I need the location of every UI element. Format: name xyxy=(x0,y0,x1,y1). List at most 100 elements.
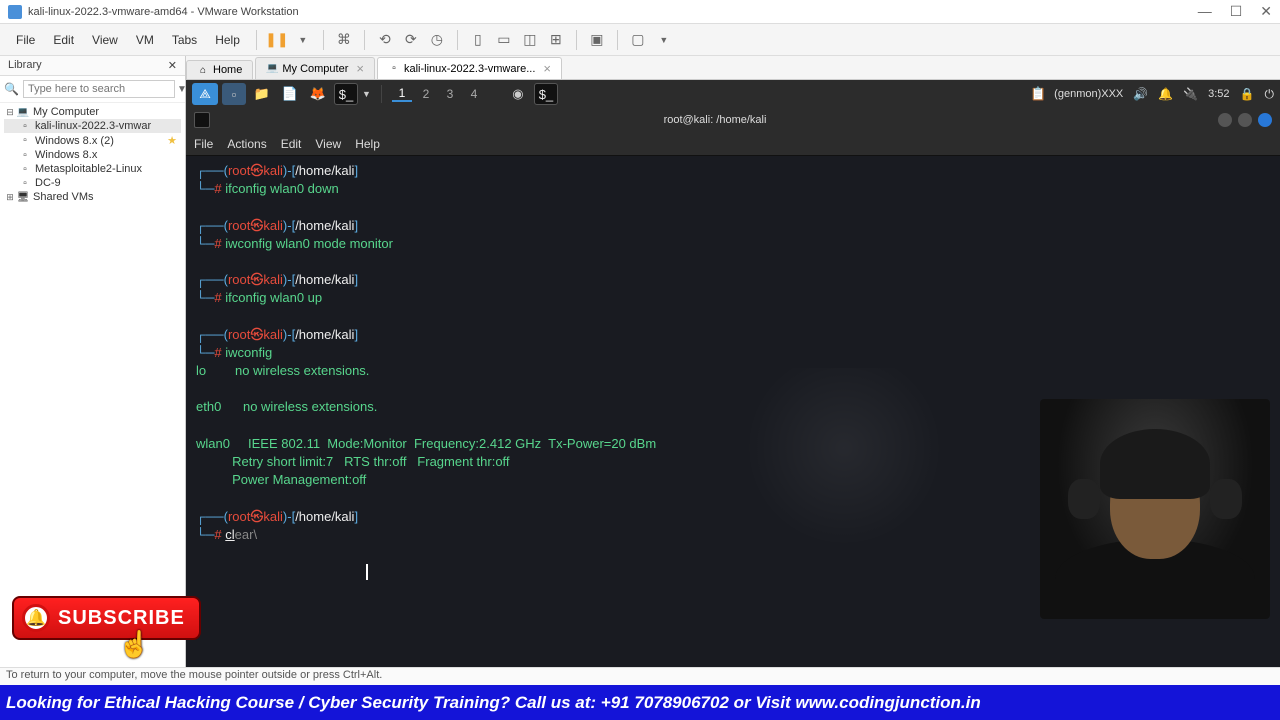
vm-display[interactable]: ⟁ ▫ 📁 📄 🦊 $_ ▼ 1 2 3 4 ◉ $_ 📋 (genmon)XX… xyxy=(186,80,1280,667)
banner-text: Looking for Ethical Hacking Course / Cyb… xyxy=(6,693,981,713)
terminal-menubar: File Actions Edit View Help xyxy=(186,132,1280,156)
term-menu-edit[interactable]: Edit xyxy=(281,137,302,151)
term-menu-actions[interactable]: Actions xyxy=(227,137,266,151)
webcam-overlay xyxy=(1040,399,1270,619)
term-menu-view[interactable]: View xyxy=(315,137,341,151)
volume-icon[interactable]: 🔊 xyxy=(1133,87,1148,101)
tree-dc9[interactable]: ▫ DC-9 xyxy=(4,176,181,190)
taskbar-app-1[interactable]: ▫ xyxy=(222,83,246,105)
snapshot-revert-icon[interactable]: ⟳ xyxy=(401,30,421,50)
tree-shared-vms[interactable]: ⊞ 🖥 Shared VMs xyxy=(4,190,181,204)
minimize-button[interactable]: — xyxy=(1198,3,1212,20)
genmon-label: (genmon)XXX xyxy=(1054,88,1123,100)
terminal-close-button[interactable] xyxy=(1258,113,1272,127)
library-header: Library ✕ xyxy=(0,56,185,76)
kali-logo-icon[interactable]: ⟁ xyxy=(192,83,218,105)
terminal-maximize-button[interactable] xyxy=(1238,113,1252,127)
notification-icon[interactable]: 🔔 xyxy=(1158,87,1173,101)
kali-taskbar: ⟁ ▫ 📁 📄 🦊 $_ ▼ 1 2 3 4 ◉ $_ 📋 (genmon)XX… xyxy=(186,80,1280,108)
terminal-title: root@kali: /home/kali xyxy=(218,114,1212,126)
output-lo: lo no wireless extensions. xyxy=(196,362,1270,380)
terminal-icon[interactable]: $_ xyxy=(334,83,358,105)
send-ctrl-alt-del-icon[interactable]: ⌘ xyxy=(334,30,354,50)
bell-icon: 🔔 xyxy=(22,604,50,632)
expand-icon[interactable]: ⊞ xyxy=(4,192,16,203)
pause-icon[interactable]: ❚❚ xyxy=(267,30,287,50)
library-close-icon[interactable]: ✕ xyxy=(168,59,177,72)
terminal-titlebar[interactable]: root@kali: /home/kali xyxy=(186,108,1280,132)
vmware-icon xyxy=(8,5,22,19)
snapshot-manager-icon[interactable]: ◷ xyxy=(427,30,447,50)
firefox-icon[interactable]: 🦊 xyxy=(306,83,330,105)
fullscreen-icon[interactable]: ▣ xyxy=(587,30,607,50)
text-editor-icon[interactable]: 📄 xyxy=(278,83,302,105)
menu-edit[interactable]: Edit xyxy=(45,29,82,51)
power-dropdown[interactable]: ▼ xyxy=(293,30,313,50)
unity-dropdown[interactable]: ▼ xyxy=(654,30,674,50)
search-icon: 🔍 xyxy=(4,82,19,96)
status-text: To return to your computer, move the mou… xyxy=(6,669,382,681)
subscribe-button[interactable]: 🔔 SUBSCRIBE xyxy=(12,596,201,640)
computer-icon: 💻 xyxy=(266,63,278,75)
statusbar: To return to your computer, move the mou… xyxy=(0,667,1280,685)
tree-windows8x2[interactable]: ▫ Windows 8.x (2) ★ xyxy=(4,133,181,148)
vm-icon: ▫ xyxy=(18,163,32,175)
unity-icon[interactable]: ▢ xyxy=(628,30,648,50)
favorite-star-icon[interactable]: ★ xyxy=(167,134,177,147)
window-title: kali-linux-2022.3-vmware-amd64 - VMware … xyxy=(28,6,299,18)
computer-icon: 💻 xyxy=(16,106,30,118)
close-button[interactable]: ✕ xyxy=(1260,3,1272,20)
tab-kali[interactable]: ▫ kali-linux-2022.3-vmware... × xyxy=(377,57,562,79)
layout-icon-2[interactable]: ▭ xyxy=(494,30,514,50)
tree-my-computer[interactable]: ⊟ 💻 My Computer xyxy=(4,105,181,119)
tab-close-icon[interactable]: × xyxy=(356,61,364,76)
tab-home[interactable]: ⌂ Home xyxy=(186,60,253,79)
maximize-button[interactable]: ☐ xyxy=(1230,3,1243,20)
library-title: Library xyxy=(8,59,42,72)
menu-tabs[interactable]: Tabs xyxy=(164,29,205,51)
text-cursor-icon xyxy=(366,564,368,580)
menubar: File Edit View VM Tabs Help ❚❚ ▼ ⌘ ⟲ ⟳ ◷… xyxy=(0,24,1280,56)
library-search-input[interactable] xyxy=(23,80,175,98)
term-menu-file[interactable]: File xyxy=(194,137,213,151)
workspace-4[interactable]: 4 xyxy=(464,87,484,101)
tree-kali-vm[interactable]: ▫ kali-linux-2022.3-vmwar xyxy=(4,119,181,133)
vm-icon: ▫ xyxy=(388,63,400,75)
library-panel: Library ✕ 🔍 ▼ ⊟ 💻 My Computer ▫ kali-lin… xyxy=(0,56,186,667)
home-icon: ⌂ xyxy=(197,64,209,76)
network-icon[interactable]: 🔌 xyxy=(1183,87,1198,101)
screenshot-icon[interactable]: 📋 xyxy=(1026,83,1050,105)
subscribe-label: SUBSCRIBE xyxy=(58,607,185,630)
workspace-3[interactable]: 3 xyxy=(440,87,460,101)
snapshot-take-icon[interactable]: ⟲ xyxy=(375,30,395,50)
library-tree: ⊟ 💻 My Computer ▫ kali-linux-2022.3-vmwa… xyxy=(0,103,185,206)
layout-icon-3[interactable]: ◫ xyxy=(520,30,540,50)
lock-icon[interactable]: 🔒 xyxy=(1240,87,1255,101)
workspace-1[interactable]: 1 xyxy=(392,86,412,102)
tab-close-icon[interactable]: × xyxy=(543,61,551,76)
menu-vm[interactable]: VM xyxy=(128,29,162,51)
terminal-running-icon[interactable]: $_ xyxy=(534,83,558,105)
pointer-hand-icon: ☝ xyxy=(118,629,150,660)
tab-my-computer[interactable]: 💻 My Computer × xyxy=(255,57,375,79)
terminal-dropdown-icon[interactable]: ▼ xyxy=(362,89,371,99)
vm-icon: ▫ xyxy=(18,149,32,161)
tree-metasploitable[interactable]: ▫ Metasploitable2-Linux xyxy=(4,162,181,176)
clock-label[interactable]: 3:52 xyxy=(1208,88,1229,100)
term-menu-help[interactable]: Help xyxy=(355,137,380,151)
power-icon[interactable]: ⏻ xyxy=(1265,87,1275,102)
layout-icon-4[interactable]: ⊞ xyxy=(546,30,566,50)
vm-icon: ▫ xyxy=(18,120,32,132)
collapse-icon[interactable]: ⊟ xyxy=(4,107,16,118)
workspace-2[interactable]: 2 xyxy=(416,87,436,101)
terminal-app-icon xyxy=(194,112,210,128)
menu-file[interactable]: File xyxy=(8,29,43,51)
tree-windows8x[interactable]: ▫ Windows 8.x xyxy=(4,148,181,162)
menu-view[interactable]: View xyxy=(84,29,126,51)
app-icon[interactable]: ◉ xyxy=(506,83,530,105)
window-titlebar: kali-linux-2022.3-vmware-amd64 - VMware … xyxy=(0,0,1280,24)
file-manager-icon[interactable]: 📁 xyxy=(250,83,274,105)
layout-icon-1[interactable]: ▯ xyxy=(468,30,488,50)
terminal-minimize-button[interactable] xyxy=(1218,113,1232,127)
menu-help[interactable]: Help xyxy=(207,29,248,51)
